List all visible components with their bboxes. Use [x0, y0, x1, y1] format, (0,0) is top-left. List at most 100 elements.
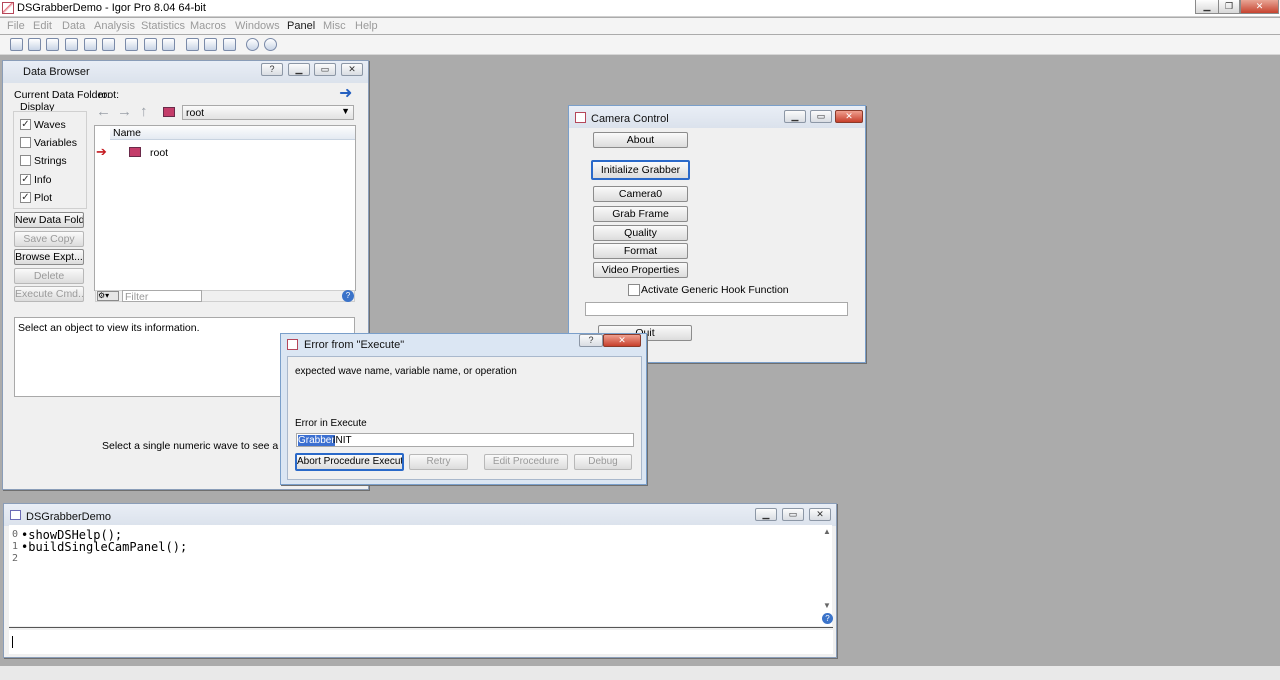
menu-panel[interactable]: Panel	[287, 20, 315, 32]
variables-checkbox[interactable]	[20, 137, 31, 148]
print-icon[interactable]	[65, 38, 78, 51]
scroll-up-icon[interactable]: ▲	[823, 527, 831, 536]
folder-select[interactable]: root ▼	[182, 105, 354, 120]
folder-icon[interactable]	[163, 107, 175, 117]
help-icon[interactable]: ?	[822, 613, 833, 624]
command-title: DSGrabberDemo	[26, 511, 111, 523]
save-graphics-icon[interactable]	[84, 38, 97, 51]
current-folder-field	[97, 87, 351, 101]
hook-function-checkbox[interactable]	[628, 284, 640, 296]
help-button[interactable]: ?	[261, 63, 283, 76]
new-table-icon[interactable]	[144, 38, 157, 51]
list-footer: ⚙▾ Filter ?	[95, 290, 355, 303]
error-dialog-icon	[287, 339, 298, 350]
execute-cmd-button[interactable]: Execute Cmd...	[14, 286, 84, 302]
forward-arrow-icon[interactable]: →	[117, 103, 132, 120]
edit-procedure-button[interactable]: Edit Procedure	[484, 454, 568, 470]
go-arrow-icon[interactable]: ➜	[339, 83, 352, 103]
new-panel-icon[interactable]	[186, 38, 199, 51]
options-menu-button[interactable]: ⚙▾	[97, 291, 119, 301]
status-bar	[0, 666, 1280, 680]
strings-checkbox[interactable]	[20, 155, 31, 166]
line-number: 1	[12, 541, 19, 552]
camera-minimize-button[interactable]: ▁	[784, 110, 806, 123]
menu-macros[interactable]: Macros	[190, 20, 226, 32]
camera-maximize-button[interactable]: ▭	[810, 110, 832, 123]
help-icon[interactable]	[264, 38, 277, 51]
command-line-input[interactable]	[9, 630, 833, 654]
camera-close-button[interactable]: ✕	[835, 110, 863, 123]
browse-expt-button[interactable]: Browse Expt...	[14, 249, 84, 265]
new-icon[interactable]	[10, 38, 23, 51]
new-graph-icon[interactable]	[125, 38, 138, 51]
history-area[interactable]: 0 1 2 •showDSHelp(); •buildSingleCamPane…	[9, 525, 833, 626]
waves-label: Waves	[34, 119, 66, 131]
grab-frame-button[interactable]: Grab Frame	[593, 206, 688, 222]
strings-label: Strings	[34, 155, 67, 167]
new-data-folder-button[interactable]: New Data Folder	[14, 212, 84, 228]
save-icon[interactable]	[46, 38, 59, 51]
app-maximize-button[interactable]: ❐	[1218, 0, 1240, 14]
maximize-button[interactable]: ▭	[314, 63, 336, 76]
quality-button[interactable]: Quality	[593, 225, 688, 241]
history-scrollbar[interactable]: ▲ ▼ ?	[822, 527, 833, 624]
info-checkbox[interactable]: ✓	[20, 174, 31, 185]
chevron-down-icon: ▼	[341, 106, 350, 116]
new-layout-icon[interactable]	[162, 38, 175, 51]
menu-analysis[interactable]: Analysis	[94, 20, 135, 32]
video-properties-button[interactable]: Video Properties	[593, 262, 688, 278]
menu-windows[interactable]: Windows	[235, 20, 280, 32]
object-list[interactable]: Name ➔ root	[94, 125, 356, 291]
minimize-button[interactable]: ▁	[288, 63, 310, 76]
app-minimize-button[interactable]: ▁	[1195, 0, 1219, 14]
waves-checkbox[interactable]: ✓	[20, 119, 31, 130]
debug-button[interactable]: Debug	[574, 454, 632, 470]
abort-procedure-button[interactable]: Abort Procedure Execution	[295, 453, 404, 471]
help-icon[interactable]: ?	[342, 290, 354, 302]
menu-statistics[interactable]: Statistics	[141, 20, 185, 32]
app-close-button[interactable]: ✕	[1240, 0, 1279, 14]
error-help-button[interactable]: ?	[579, 334, 603, 347]
back-arrow-icon[interactable]: ←	[96, 103, 111, 120]
root-folder-icon	[129, 147, 141, 157]
command-close-button[interactable]: ✕	[809, 508, 831, 521]
menu-edit[interactable]: Edit	[33, 20, 52, 32]
error-location: Error in Execute	[295, 418, 367, 429]
plot-checkbox[interactable]: ✓	[20, 192, 31, 203]
command-minimize-button[interactable]: ▁	[755, 508, 777, 521]
menu-file[interactable]: File	[7, 20, 25, 32]
gear-icon[interactable]	[246, 38, 259, 51]
camera0-button[interactable]: Camera0	[593, 186, 688, 202]
name-column-label: Name	[113, 127, 142, 139]
tree-item-root[interactable]: root	[150, 147, 168, 159]
splitter[interactable]	[9, 627, 833, 628]
initialize-grabber-button[interactable]: Initialize Grabber	[591, 160, 690, 180]
plot-hint-text: Select a single numeric wave to see a pl…	[102, 440, 302, 452]
save-copy-button[interactable]: Save Copy	[14, 231, 84, 247]
retry-button[interactable]: Retry	[409, 454, 468, 470]
arrow-left-icon[interactable]	[204, 38, 217, 51]
name-column-header[interactable]: Name	[110, 126, 355, 140]
format-button[interactable]: Format	[593, 243, 688, 259]
close-button[interactable]: ✕	[341, 63, 363, 76]
about-button[interactable]: About	[593, 132, 688, 148]
toolbar	[0, 35, 1280, 55]
arrow-right-icon[interactable]	[223, 38, 236, 51]
menu-data[interactable]: Data	[62, 20, 85, 32]
data-browser-icon[interactable]	[102, 38, 115, 51]
open-icon[interactable]	[28, 38, 41, 51]
up-arrow-icon[interactable]: ↑	[140, 103, 148, 120]
command-maximize-button[interactable]: ▭	[782, 508, 804, 521]
delete-button[interactable]: Delete	[14, 268, 84, 284]
error-close-button[interactable]: ✕	[603, 334, 641, 347]
menu-bar: File Edit Data Analysis Statistics Macro…	[0, 18, 1280, 34]
command-title-bar	[4, 504, 836, 526]
command-text-field[interactable]: Grabber INIT	[296, 433, 634, 447]
scroll-down-icon[interactable]: ▼	[823, 601, 831, 610]
menu-misc[interactable]: Misc	[323, 20, 346, 32]
menu-help[interactable]: Help	[355, 20, 378, 32]
camera-title: Camera Control	[591, 113, 669, 125]
camera-status-field[interactable]	[585, 302, 848, 316]
plot-label: Plot	[34, 192, 53, 204]
filter-input[interactable]: Filter	[122, 290, 202, 303]
